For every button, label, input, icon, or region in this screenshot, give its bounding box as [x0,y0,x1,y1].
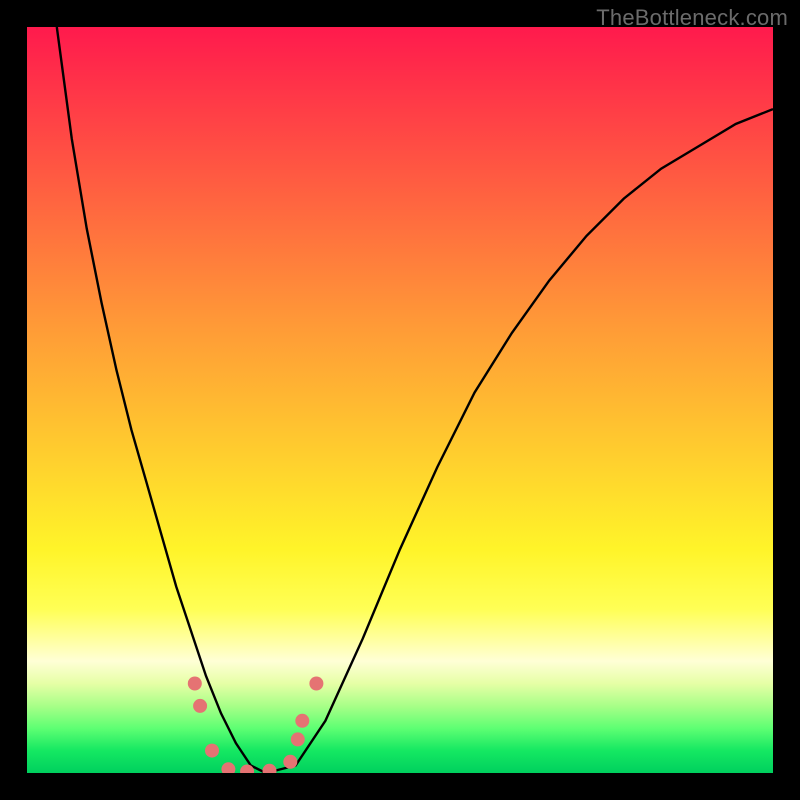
marker-group [188,677,324,774]
bottleneck-curve-path [57,27,773,773]
bottleneck-chart [27,27,773,773]
data-marker [309,677,323,691]
data-marker [193,699,207,713]
data-marker [263,764,277,773]
data-marker [221,762,235,773]
data-marker [295,714,309,728]
data-marker [291,732,305,746]
data-marker [283,755,297,769]
data-marker [188,677,202,691]
data-marker [205,744,219,758]
chart-frame [27,27,773,773]
